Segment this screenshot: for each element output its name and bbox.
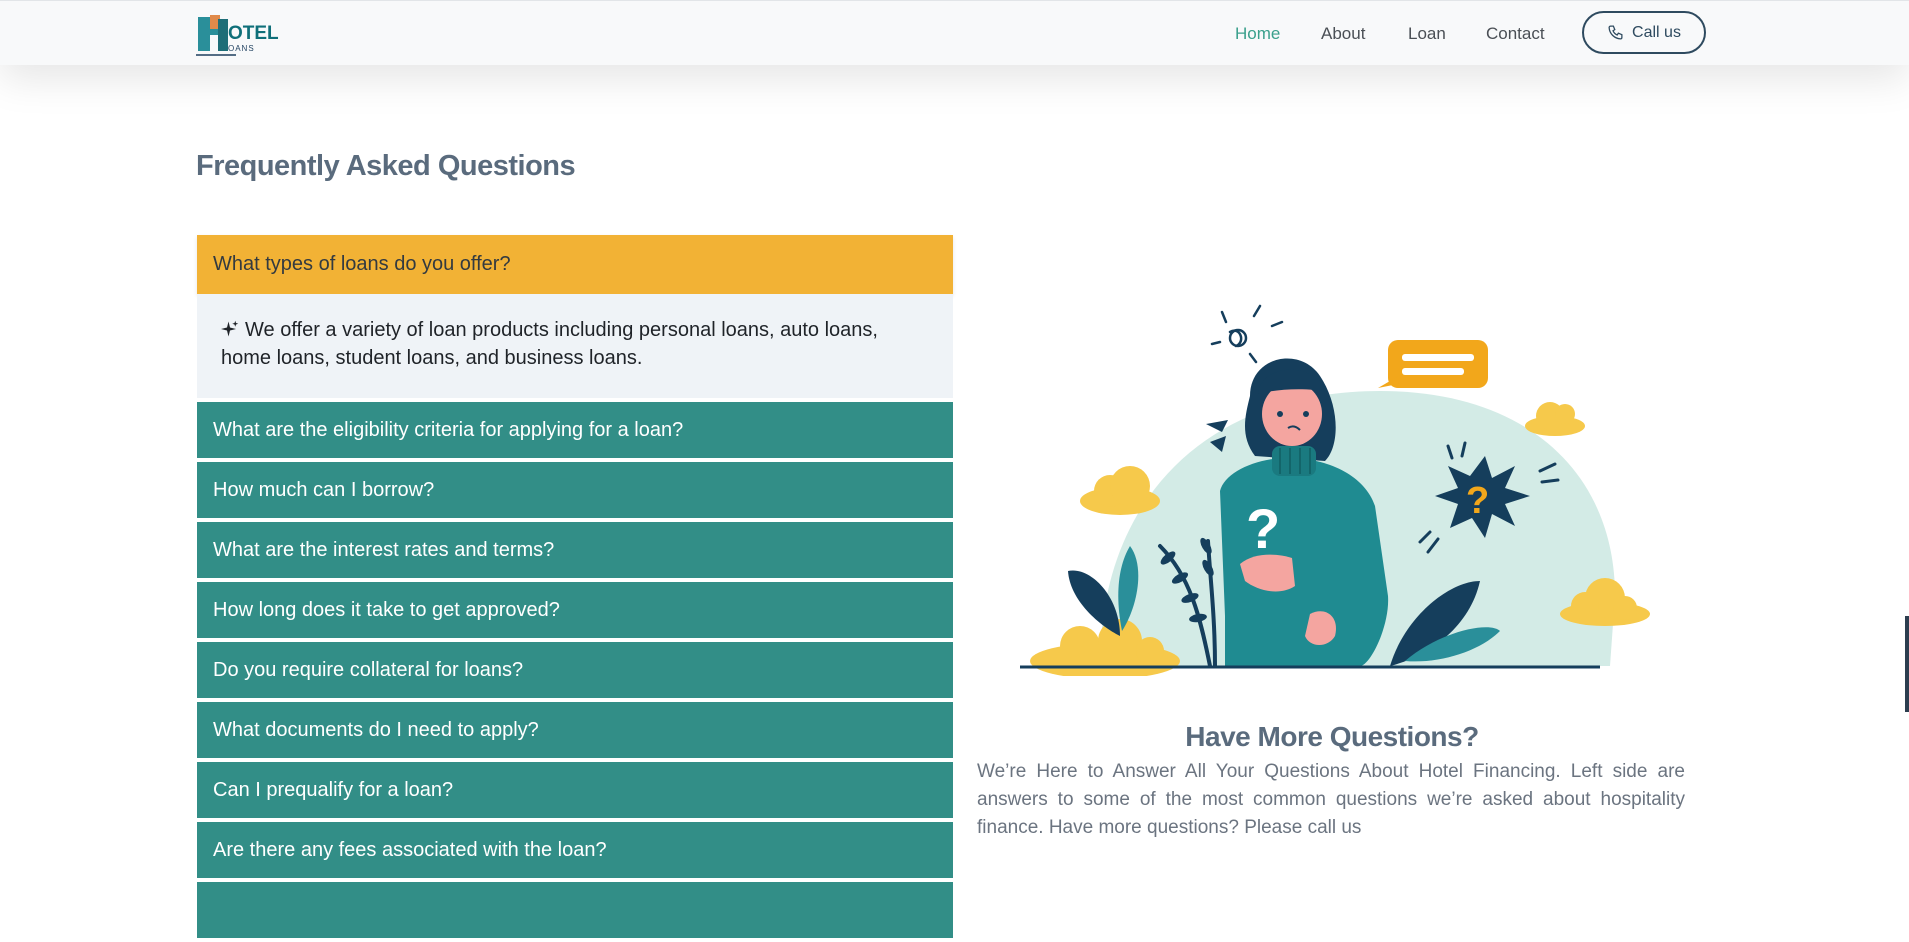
faq-question[interactable]: How much can I borrow? — [197, 462, 953, 522]
faq-question[interactable]: What are the interest rates and terms? — [197, 522, 953, 582]
svg-text:?: ? — [1246, 497, 1280, 560]
faq-question[interactable]: What are the eligibility criteria for ap… — [197, 402, 953, 462]
sparkle-icon — [221, 320, 239, 337]
faq-question[interactable]: Can I prequalify for a loan? — [197, 762, 953, 822]
logo-subtext: OANS — [228, 44, 255, 53]
nav-loan[interactable]: Loan — [1408, 24, 1446, 44]
site-logo[interactable]: OTEL OANS — [196, 13, 280, 56]
logo-text: OTEL — [228, 23, 279, 44]
faq-question-open[interactable]: What types of loans do you offer? — [197, 235, 953, 294]
nav-contact[interactable]: Contact — [1486, 24, 1545, 44]
faq-accordion: What types of loans do you offer? We off… — [197, 235, 953, 942]
svg-text:?: ? — [1466, 480, 1489, 522]
scrollbar-thumb[interactable] — [1905, 616, 1909, 712]
more-questions-heading: Have More Questions? — [1185, 721, 1479, 752]
faq-answer: We offer a variety of loan products incl… — [197, 294, 953, 402]
faq-heading: Frequently Asked Questions — [196, 150, 576, 182]
confused-woman-illustration: ? ? — [1020, 304, 1650, 676]
faq-question[interactable]: Do you require collateral for loans? — [197, 642, 953, 702]
faq-question[interactable]: What documents do I need to apply? — [197, 702, 953, 762]
call-us-button[interactable]: Call us — [1582, 11, 1706, 54]
phone-icon — [1608, 25, 1623, 40]
faq-answer-text: We offer a variety of loan products incl… — [221, 319, 878, 369]
faq-question-partial[interactable] — [197, 882, 953, 942]
faq-question[interactable]: Are there any fees associated with the l… — [197, 822, 953, 882]
more-questions-text: We’re Here to Answer All Your Questions … — [977, 761, 1685, 838]
faq-question[interactable]: How long does it take to get approved? — [197, 582, 953, 642]
site-header: OTEL OANS Home About Loan Contact Call u… — [0, 0, 1909, 65]
nav-home[interactable]: Home — [1235, 24, 1280, 44]
call-us-label: Call us — [1632, 23, 1681, 41]
nav-about[interactable]: About — [1321, 24, 1365, 44]
